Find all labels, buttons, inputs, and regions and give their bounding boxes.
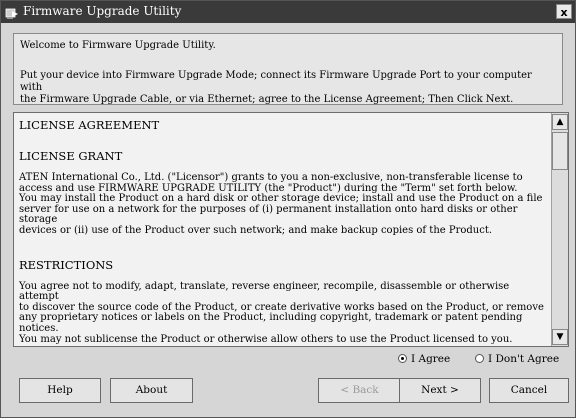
close-icon[interactable]: x [556, 4, 572, 19]
disagree-label[interactable]: I Don't Agree [488, 353, 559, 365]
agree-radio[interactable] [398, 354, 407, 363]
disagree-radio[interactable] [475, 354, 484, 363]
license-scrollbar[interactable]: ▲ ▼ [551, 113, 568, 346]
license-agreement-textbox[interactable]: LICENSE AGREEMENT LICENSE GRANT ATEN Int… [13, 112, 569, 347]
back-button[interactable]: < Back [318, 378, 401, 403]
restrictions-line: You may not sublicense the Product or ot… [19, 333, 513, 345]
instructions-line-1: Put your device into Firmware Upgrade Mo… [20, 70, 532, 93]
firmware-upgrade-window: Firmware Upgrade Utility x Welcome to Fi… [0, 0, 576, 418]
restrictions-line: any proprietary notices or labels on the… [19, 312, 523, 334]
restrictions-line: You agree not to modify, adapt, translat… [19, 280, 510, 303]
cancel-button[interactable]: Cancel [489, 378, 569, 403]
grant-heading: LICENSE GRANT [19, 149, 123, 163]
welcome-text: Welcome to Firmware Upgrade Utility. [20, 40, 216, 51]
license-heading: LICENSE AGREEMENT [19, 118, 160, 132]
grant-line: server for use on a network for the purp… [19, 203, 518, 226]
agree-radio-option[interactable]: I Agree [398, 352, 450, 366]
agree-label[interactable]: I Agree [411, 353, 450, 365]
intro-panel: Welcome to Firmware Upgrade Utility. Put… [13, 33, 563, 105]
window-title: Firmware Upgrade Utility [23, 4, 182, 18]
scrollbar-thumb[interactable] [552, 132, 568, 170]
arrow-up-icon[interactable]: ▲ [552, 114, 568, 130]
grant-line: devices or (ii) use of the Product over … [19, 224, 493, 236]
restrictions-heading: RESTRICTIONS [19, 257, 114, 272]
disagree-radio-option[interactable]: I Don't Agree [475, 352, 559, 366]
help-button[interactable]: Help [19, 378, 101, 403]
firmware-upgrade-icon [5, 5, 19, 19]
instructions-line-2: the Firmware Upgrade Cable, or via Ether… [20, 94, 514, 105]
arrow-down-icon[interactable]: ▼ [552, 329, 568, 345]
next-button[interactable]: Next > [399, 378, 481, 403]
grant-line: ATEN International Co., Ltd. ("Licensor"… [19, 172, 523, 183]
title-bar[interactable]: Firmware Upgrade Utility x [1, 1, 575, 23]
license-content: LICENSE AGREEMENT LICENSE GRANT ATEN Int… [19, 116, 547, 345]
about-button[interactable]: About [110, 378, 193, 403]
